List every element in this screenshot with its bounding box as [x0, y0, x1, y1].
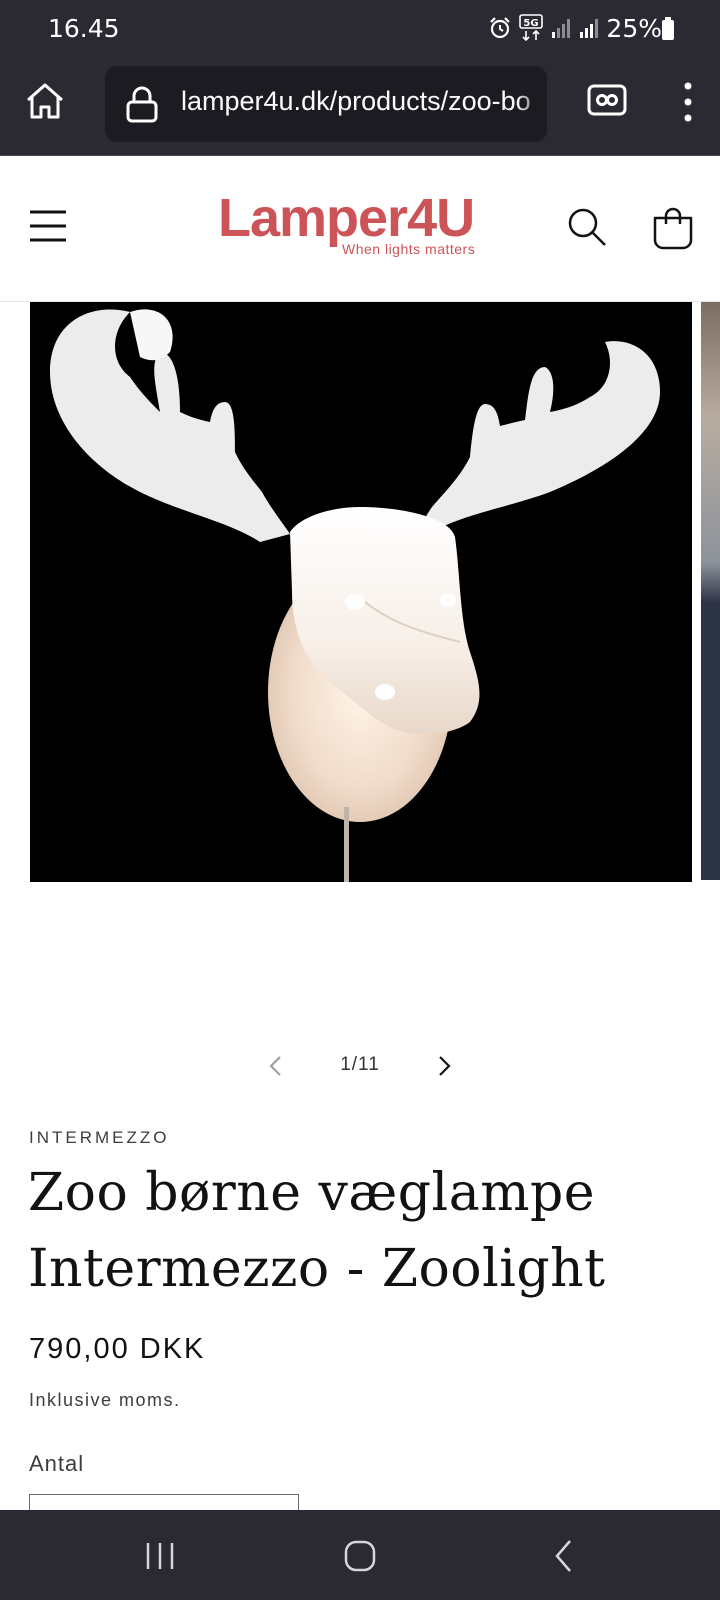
search-icon[interactable] — [566, 206, 608, 248]
svg-text:5G: 5G — [524, 18, 539, 29]
product-gallery[interactable] — [0, 302, 720, 1002]
lock-icon — [126, 86, 158, 123]
battery-icon — [662, 17, 674, 40]
back-icon[interactable] — [552, 1538, 576, 1574]
home-circle-icon[interactable] — [343, 1538, 377, 1574]
product-vendor: INTERMEZZO — [29, 1128, 170, 1147]
product-image[interactable] — [30, 302, 692, 882]
reader-view-icon[interactable] — [586, 82, 628, 118]
logo-tagline: When lights matters — [342, 241, 476, 257]
chevron-right-icon[interactable] — [430, 1052, 458, 1080]
status-icons: 5G 25% — [488, 13, 662, 43]
signal-icon — [552, 19, 571, 38]
menu-icon[interactable] — [28, 208, 68, 244]
url-text[interactable]: lamper4u.dk/products/zoo-bo — [181, 86, 531, 117]
next-product-image-peek[interactable] — [701, 302, 720, 880]
slide-counter: 1/11 — [340, 1054, 380, 1075]
status-bar: 16.45 5G 25% — [0, 0, 720, 56]
system-navigation-bar — [0, 1510, 720, 1600]
recents-icon[interactable] — [144, 1540, 176, 1572]
status-time: 16.45 — [48, 14, 120, 43]
more-vertical-icon[interactable] — [676, 80, 700, 124]
site-header: Lamper4U When lights matters — [0, 156, 720, 302]
cart-icon[interactable] — [652, 206, 694, 250]
chevron-left-icon[interactable] — [262, 1052, 290, 1080]
url-bar[interactable]: lamper4u.dk/products/zoo-bo — [105, 66, 547, 142]
signal-icon-2 — [580, 19, 599, 38]
quantity-label: Antal — [29, 1451, 85, 1476]
tax-note: Inklusive moms. — [29, 1390, 181, 1410]
product-title: Zoo børne væglampe Intermezzo - Zoolight — [28, 1163, 606, 1299]
product-price: 790,00 DKK — [29, 1333, 206, 1365]
battery-percent: 25% — [606, 13, 662, 43]
logo-text: Lamper4U — [218, 188, 475, 248]
browser-toolbar: lamper4u.dk/products/zoo-bo — [0, 56, 720, 156]
site-logo[interactable]: Lamper4U When lights matters — [218, 188, 498, 265]
home-icon[interactable] — [24, 80, 66, 122]
slider-controls: 1/11 — [0, 1050, 720, 1082]
moose-head-lamp-image — [30, 302, 692, 882]
url-fade — [517, 66, 547, 142]
alarm-icon — [490, 17, 511, 39]
network-5g-icon: 5G — [519, 14, 544, 42]
